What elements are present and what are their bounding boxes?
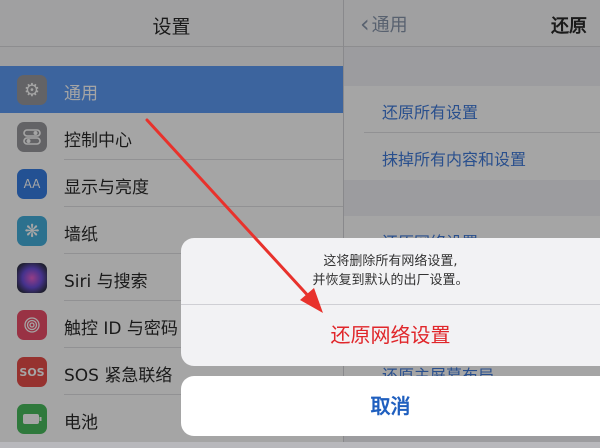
cancel-button[interactable]: 取消 [181, 376, 600, 436]
reset-network-confirm-button[interactable]: 还原网络设置 [181, 304, 600, 366]
sheet-message-line-1: 这将删除所有网络设置, [323, 254, 458, 269]
sheet-message: 这将删除所有网络设置, 并恢复到默认的出厂设置。 [181, 252, 600, 290]
ipad-settings-screen: 设置 ⚙ 通用 控制中心 AA 显示与亮度 ❋ 墙纸 Siri 与搜索 触控 I… [0, 0, 600, 448]
confirm-action-sheet: 这将删除所有网络设置, 并恢复到默认的出厂设置。 还原网络设置 [181, 238, 600, 366]
bottom-edge [0, 442, 600, 448]
sheet-message-line-2: 并恢复到默认的出厂设置。 [312, 273, 469, 288]
